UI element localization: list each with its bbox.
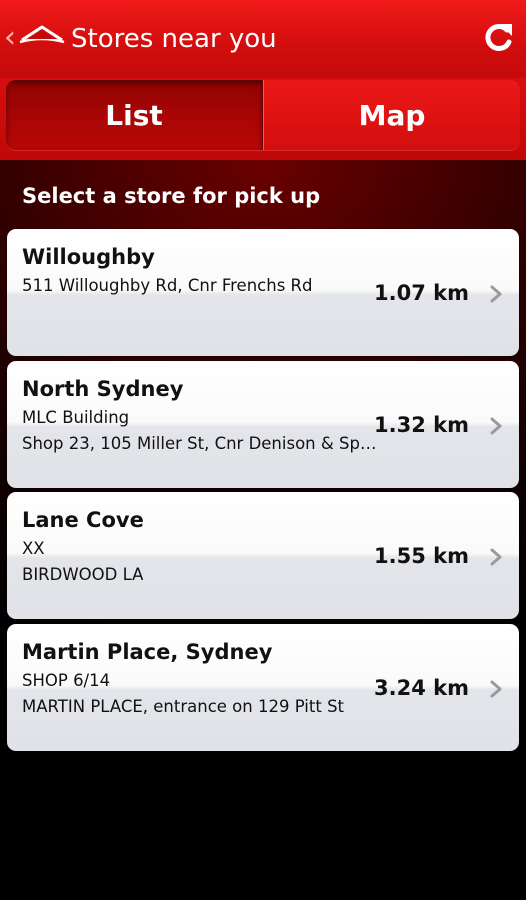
store-name: North Sydney [22, 376, 184, 401]
page-title: Stores near you [71, 24, 277, 54]
store-name: Martin Place, Sydney [22, 639, 273, 664]
store-distance: 1.07 km [374, 281, 469, 305]
back-chevron-icon[interactable]: ‹ [4, 23, 16, 53]
store-address-line2: BIRDWOOD LA [22, 565, 144, 584]
store-name: Lane Cove [22, 508, 144, 532]
store-address-line2: Shop 23, 105 Miller St, Cnr Denison & Sp… [22, 433, 382, 453]
store-distance: 3.24 km [374, 675, 469, 700]
chevron-right-icon [490, 680, 502, 697]
segmented-tabs: List Map [6, 80, 520, 150]
pizza-hut-logo[interactable] [18, 22, 66, 48]
store-distance: 1.55 km [374, 544, 469, 568]
chevron-right-icon [490, 417, 502, 434]
store-address-line1: 511 Willoughby Rd, Cnr Frenchs Rd [22, 276, 313, 295]
store-item-north-sydney[interactable]: North Sydney MLC Building Shop 23, 105 M… [7, 360, 519, 488]
action-bar: ‹ Stores near you [0, 0, 526, 78]
chevron-right-icon [490, 285, 502, 303]
store-item-willoughby[interactable]: Willoughby 511 Willoughby Rd, Cnr French… [7, 229, 519, 356]
refresh-icon[interactable] [480, 20, 516, 56]
store-address-line1: MLC Building [22, 407, 130, 427]
tab-list[interactable]: List [6, 80, 263, 150]
store-address-line1: XX [22, 539, 45, 558]
chevron-right-icon [490, 548, 502, 566]
store-address-line1: SHOP 6/14 [22, 670, 111, 690]
store-item-lane-cove[interactable]: Lane Cove XX BIRDWOOD LA 1.55 km [7, 492, 519, 619]
store-list: Willoughby 511 Willoughby Rd, Cnr French… [7, 229, 519, 755]
tab-strip: List Map [0, 78, 526, 160]
section-heading: Select a store for pick up [22, 184, 321, 208]
app-screen: ‹ Stores near you List Map Select a stor… [0, 0, 526, 900]
store-item-martin-place[interactable]: Martin Place, Sydney SHOP 6/14 MARTIN PL… [7, 623, 519, 751]
store-name: Willoughby [22, 245, 155, 269]
store-address-line2: MARTIN PLACE, entrance on 129 Pitt St [22, 696, 345, 716]
store-distance: 1.32 km [374, 412, 469, 437]
tab-map[interactable]: Map [263, 80, 520, 150]
